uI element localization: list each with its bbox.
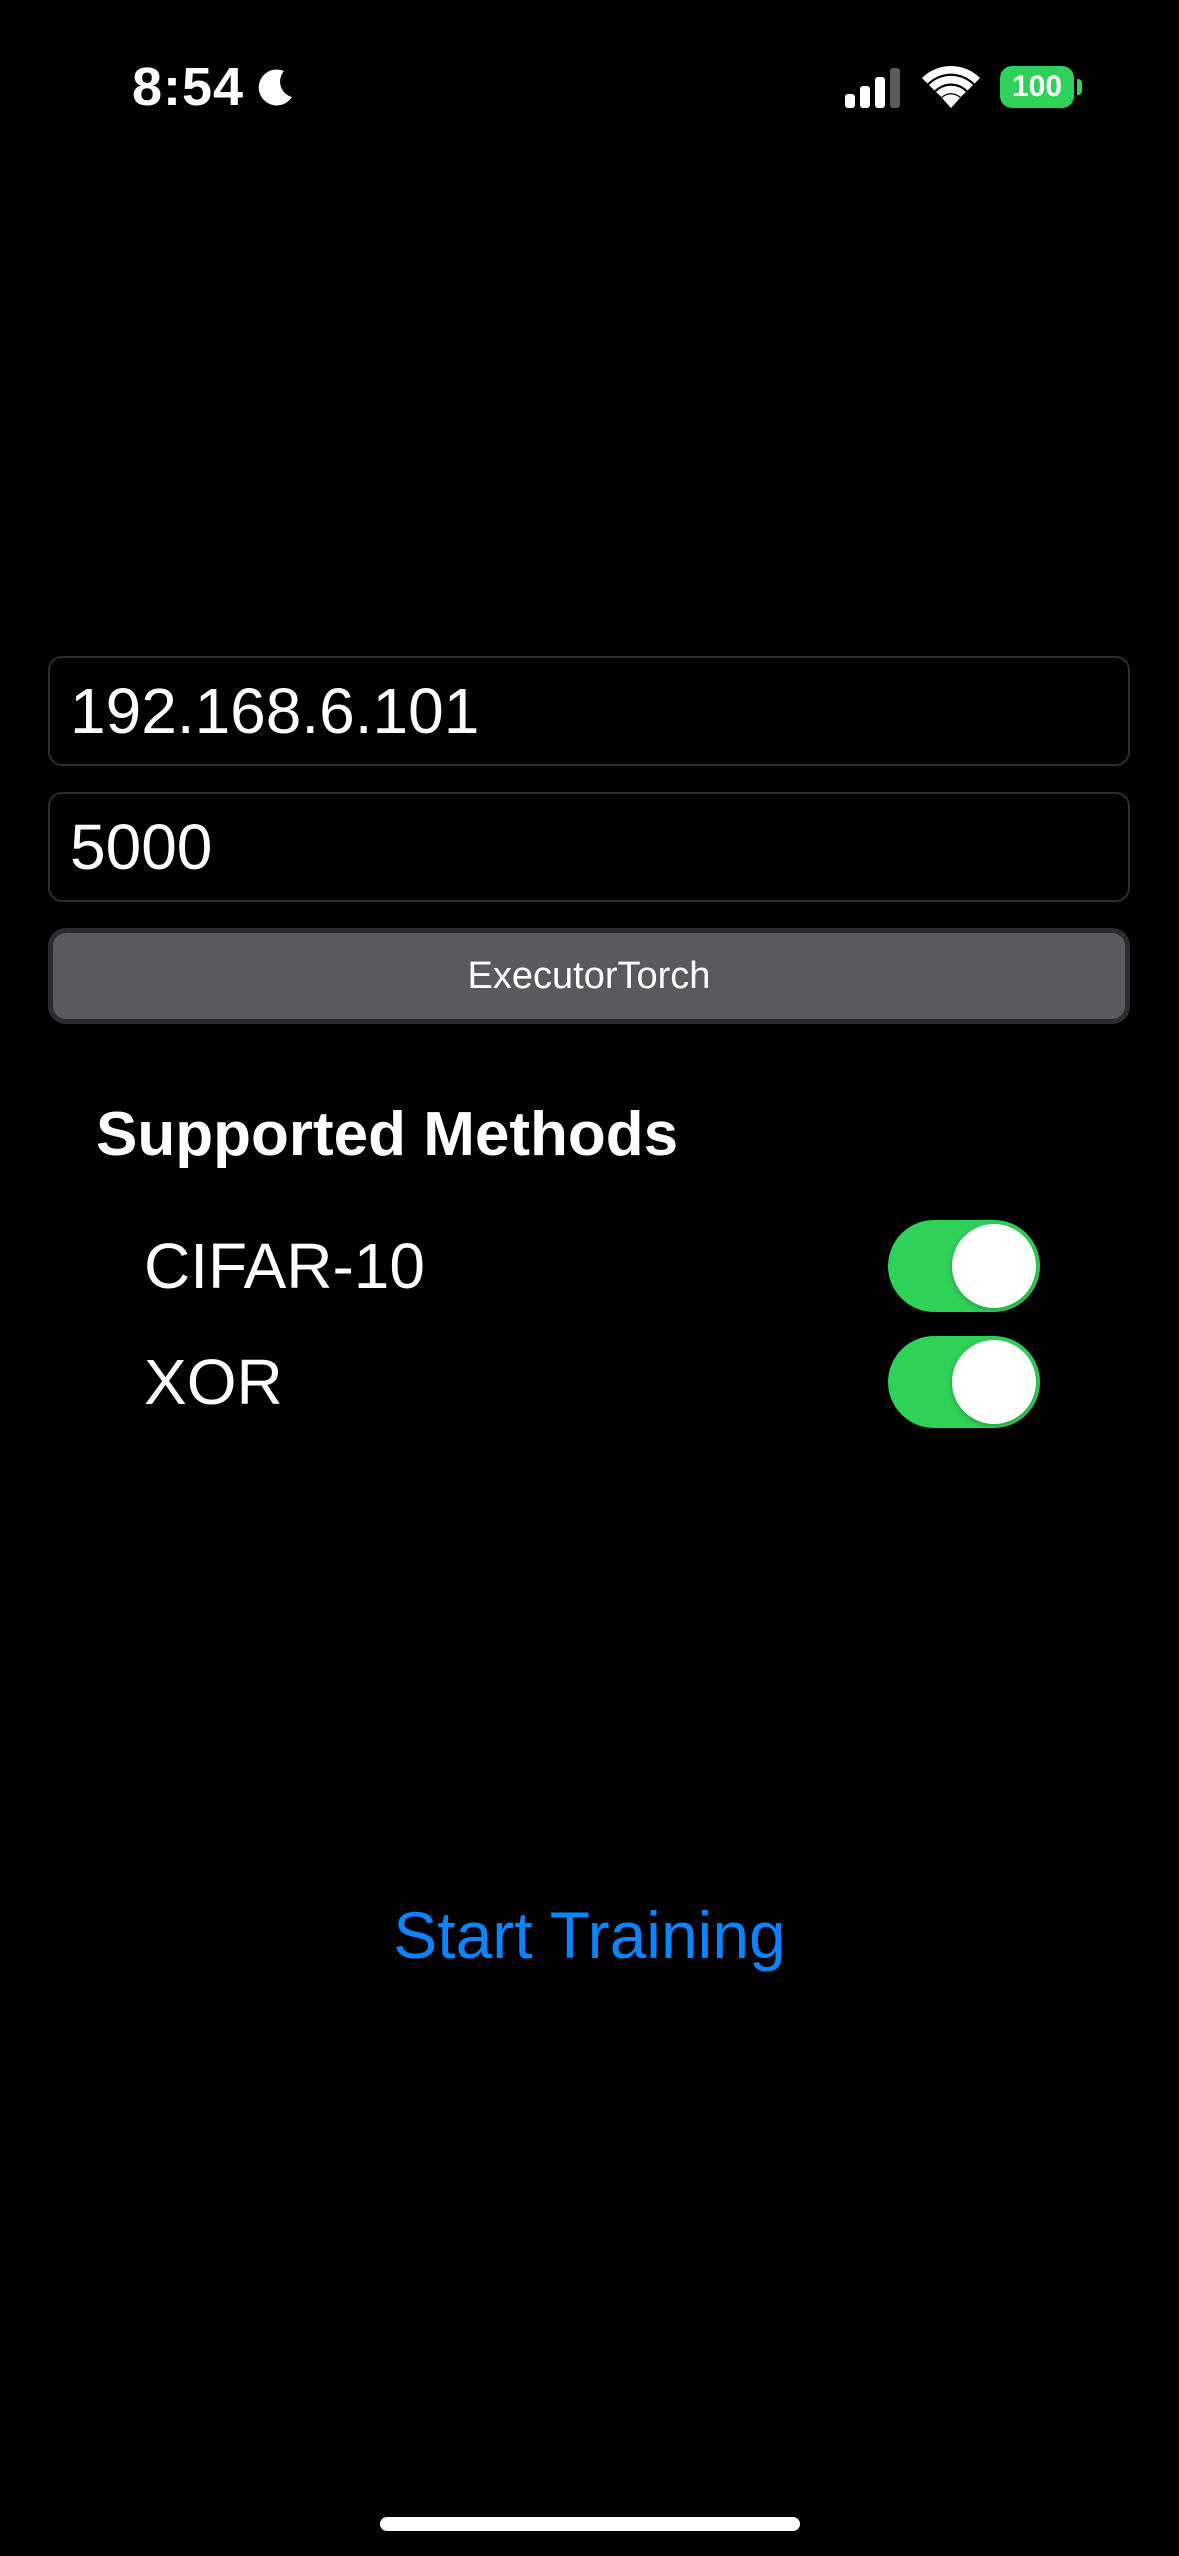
start-training-button[interactable]: Start Training	[0, 1890, 1179, 1980]
method-row-cifar-10: CIFAR-10	[144, 1218, 1040, 1314]
server-port-input[interactable]	[48, 792, 1130, 902]
toggle-knob	[952, 1224, 1036, 1308]
method-label: CIFAR-10	[144, 1230, 425, 1302]
battery-indicator: 100	[1000, 66, 1082, 108]
method-label: XOR	[144, 1346, 283, 1418]
status-bar: 8:54 100	[0, 0, 1179, 180]
moon-icon	[258, 69, 293, 106]
method-row-xor: XOR	[144, 1334, 1040, 1430]
server-address-input[interactable]	[48, 656, 1130, 766]
xor-toggle[interactable]	[888, 1336, 1040, 1428]
status-time: 8:54	[132, 57, 245, 117]
battery-cap	[1077, 79, 1082, 95]
cellular-signal-icon	[845, 68, 900, 108]
battery-level: 100	[1011, 70, 1063, 103]
engine-selector-button[interactable]: ExecutorTorch	[48, 928, 1130, 1024]
toggle-knob	[952, 1340, 1036, 1424]
cifar-10-toggle[interactable]	[888, 1220, 1040, 1312]
wifi-icon	[922, 65, 980, 108]
battery-icon: 100	[1000, 66, 1074, 108]
home-indicator[interactable]	[380, 2517, 800, 2531]
engine-selector-label: ExecutorTorch	[467, 954, 711, 997]
status-time-group: 8:54	[132, 52, 298, 122]
section-title: Supported Methods	[96, 1100, 679, 1169]
